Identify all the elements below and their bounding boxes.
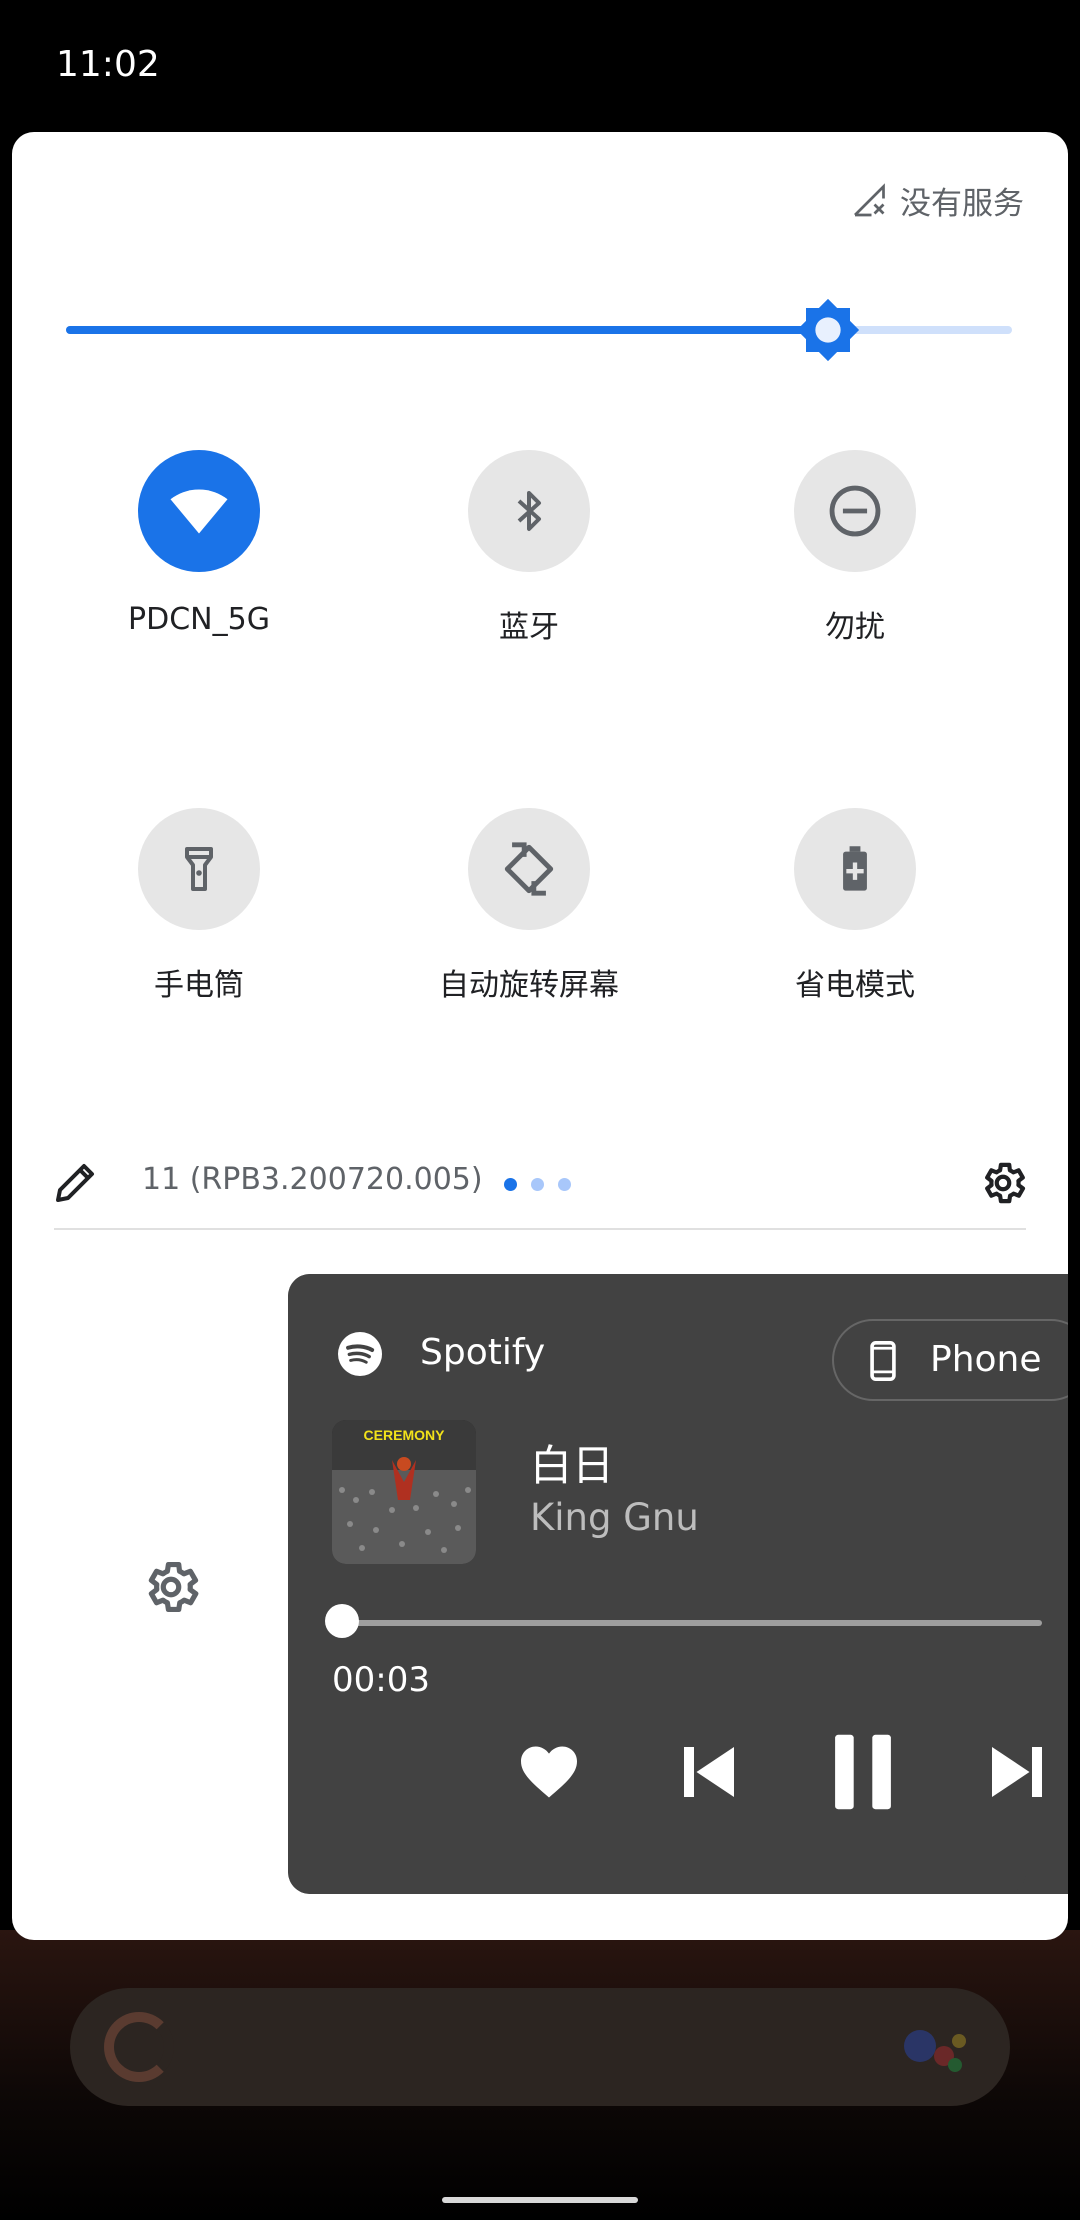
tile-auto-rotate[interactable]: 自动旋转屏幕	[366, 808, 692, 1038]
tile-bluetooth-button[interactable]	[468, 450, 590, 572]
divider	[54, 1228, 1026, 1230]
tile-flashlight-button[interactable]	[138, 808, 260, 930]
output-device-chip[interactable]: Phone	[832, 1319, 1068, 1401]
page-dot	[531, 1178, 544, 1191]
tile-auto-rotate-button[interactable]	[468, 808, 590, 930]
output-device-label: Phone	[930, 1339, 1042, 1380]
carrier-status-text: 没有服务	[900, 185, 1024, 222]
album-art-text: CEREMONY	[364, 1427, 446, 1443]
media-player-card[interactable]: Spotify Phone CEREMONY 白日 King Gnu 00:03	[288, 1274, 1068, 1894]
seek-bar[interactable]	[342, 1620, 1042, 1626]
tile-flashlight-label: 手电筒	[154, 968, 244, 1003]
brightness-icon[interactable]	[795, 297, 861, 363]
seek-bar-thumb[interactable]	[325, 1604, 359, 1638]
settings-gear-icon[interactable]	[978, 1158, 1028, 1208]
media-settings-gear-icon[interactable]	[140, 1556, 202, 1618]
google-search-bar[interactable]	[70, 1988, 1010, 2106]
tile-bluetooth-label: 蓝牙	[499, 610, 559, 645]
media-app-name: Spotify	[420, 1332, 546, 1373]
flashlight-icon	[185, 847, 213, 891]
elapsed-time: 00:03	[332, 1660, 430, 1700]
no-signal-icon	[854, 183, 885, 217]
tile-dnd-label: 勿扰	[825, 610, 885, 645]
tile-battery-saver-label: 省电模式	[795, 968, 915, 1003]
tile-auto-rotate-label: 自动旋转屏幕	[439, 968, 619, 1003]
gesture-navigation-bar[interactable]	[442, 2197, 638, 2203]
tile-flashlight[interactable]: 手电筒	[36, 808, 362, 1038]
page-dot	[504, 1178, 517, 1191]
build-number[interactable]: 11 (RPB3.200720.005)	[142, 1162, 483, 1197]
battery-saver-icon	[843, 846, 867, 891]
tile-battery-saver-button[interactable]	[794, 808, 916, 930]
previous-track-icon[interactable]	[684, 1746, 734, 1798]
song-title: 白日	[530, 1441, 615, 1490]
spotify-icon	[338, 1332, 382, 1376]
carrier-status: 没有服务	[852, 172, 1024, 228]
album-art: CEREMONY	[332, 1420, 476, 1564]
assistant-icon[interactable]	[904, 2024, 974, 2074]
quick-settings-panel: 没有服务 PDCN_5G 蓝牙 勿扰 手电筒 自动旋转屏幕 省电模式 11 (R…	[12, 132, 1068, 1940]
pause-icon[interactable]	[832, 1734, 894, 1810]
page-dot	[558, 1178, 571, 1191]
edit-icon[interactable]	[52, 1158, 100, 1206]
phone-icon	[870, 1341, 896, 1381]
status-bar: 11:02	[0, 0, 1080, 132]
tile-wifi-label: PDCN_5G	[128, 602, 270, 637]
auto-rotate-icon	[504, 842, 554, 896]
like-heart-icon[interactable]	[518, 1744, 580, 1800]
tile-wifi[interactable]: PDCN_5G	[36, 450, 362, 680]
page-indicator	[504, 1176, 585, 1191]
tile-do-not-disturb[interactable]: 勿扰	[692, 450, 1018, 680]
brightness-slider-fill	[66, 326, 828, 334]
status-time: 11:02	[56, 44, 160, 85]
tile-wifi-button[interactable]	[138, 450, 260, 572]
tile-bluetooth[interactable]: 蓝牙	[366, 450, 692, 680]
album-art-image: CEREMONY	[332, 1420, 476, 1564]
bluetooth-icon	[517, 491, 541, 531]
tile-battery-saver[interactable]: 省电模式	[692, 808, 1018, 1038]
tile-dnd-button[interactable]	[794, 450, 916, 572]
media-player-surface: Spotify Phone CEREMONY 白日 King Gnu 00:03	[288, 1274, 1068, 1894]
next-track-icon[interactable]	[992, 1746, 1042, 1798]
do-not-disturb-icon	[829, 485, 881, 537]
brightness-slider[interactable]	[66, 298, 1012, 362]
quick-settings-footer: 11 (RPB3.200720.005)	[12, 1132, 1068, 1232]
google-logo-icon	[104, 2012, 174, 2082]
wifi-icon	[170, 489, 228, 534]
song-artist: King Gnu	[530, 1496, 699, 1539]
